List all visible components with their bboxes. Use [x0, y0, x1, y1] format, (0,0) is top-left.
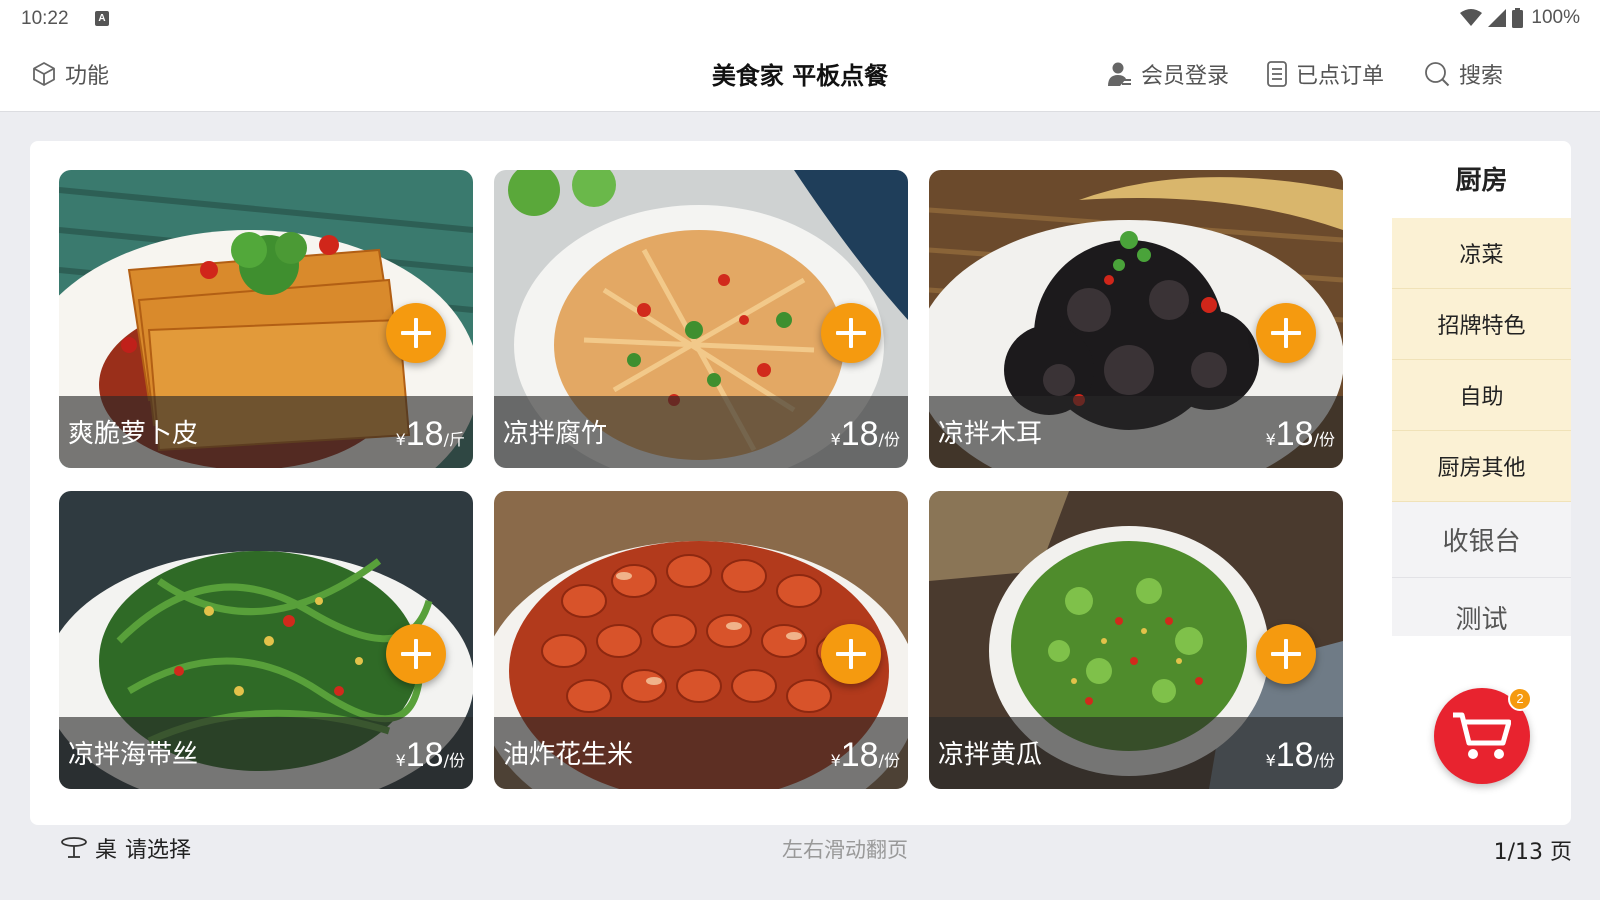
- dish-card[interactable]: 爽脆萝卜皮 ¥18/斤: [59, 170, 473, 468]
- add-to-cart-button[interactable]: [821, 303, 881, 363]
- category-item[interactable]: 厨房其他: [1392, 431, 1571, 502]
- plus-icon: [836, 639, 866, 669]
- add-to-cart-button[interactable]: [386, 624, 446, 684]
- member-login-label: 会员登录: [1141, 64, 1230, 89]
- main-panel: 爽脆萝卜皮 ¥18/斤 凉拌腐竹 ¥18/份 凉拌木耳 ¥ 18 /份 凉拌海带…: [30, 141, 1571, 825]
- plus-icon: [1271, 639, 1301, 669]
- dish-price: ¥18/份: [1265, 736, 1335, 774]
- dish-name: 凉拌腐竹: [503, 419, 608, 449]
- category-item[interactable]: 凉菜: [1392, 218, 1571, 289]
- category-group-title: 厨房: [1455, 166, 1508, 196]
- plus-icon: [836, 318, 866, 348]
- status-time: 10:22: [21, 8, 69, 29]
- dish-price: ¥18/份: [830, 415, 900, 453]
- status-bar: 10:22 A 100%: [0, 0, 1600, 38]
- dish-card[interactable]: 凉拌海带丝 ¥18/份: [59, 491, 473, 789]
- dish-price: ¥18/份: [395, 736, 465, 774]
- status-indicators: 100%: [1460, 6, 1580, 30]
- function-label: 功能: [65, 64, 110, 89]
- dish-card[interactable]: 凉拌黄瓜 ¥18/份: [929, 491, 1343, 789]
- dish-name: 凉拌海带丝: [68, 740, 199, 770]
- user-icon: [1108, 62, 1131, 86]
- battery-percent: 100%: [1531, 7, 1580, 28]
- battery-icon: [1512, 8, 1524, 28]
- signal-icon: [1488, 9, 1507, 27]
- swipe-hint: 左右滑动翻页: [782, 838, 908, 862]
- search-button[interactable]: 搜索: [1424, 58, 1503, 90]
- search-label: 搜索: [1459, 64, 1504, 89]
- add-to-cart-button[interactable]: [386, 303, 446, 363]
- category-item[interactable]: 招牌特色: [1392, 289, 1571, 360]
- dish-price: ¥18/份: [830, 736, 900, 774]
- category-item[interactable]: 收银台: [1392, 502, 1571, 578]
- dish-name: 爽脆萝卜皮: [68, 419, 199, 449]
- orders-button[interactable]: 已点订单: [1267, 58, 1384, 90]
- notification-icon: A: [95, 11, 109, 26]
- dish-card[interactable]: 油炸花生米 ¥18/份: [494, 491, 908, 789]
- dish-name: 油炸花生米: [503, 740, 634, 770]
- cube-icon: [33, 62, 55, 86]
- dish-price: ¥18/斤: [395, 415, 465, 453]
- add-to-cart-button[interactable]: [1256, 303, 1316, 363]
- dish-name: 凉拌木耳: [938, 419, 1043, 449]
- plus-icon: [401, 318, 431, 348]
- plus-icon: [401, 639, 431, 669]
- shopping-cart-icon: [1453, 712, 1511, 759]
- search-icon: [1425, 62, 1450, 87]
- dish-price: ¥18/份: [1265, 415, 1335, 453]
- function-button[interactable]: 功能: [32, 58, 109, 90]
- plus-icon: [1271, 318, 1301, 348]
- top-nav: 功能 美食家 平板点餐 会员登录 已点订单 搜索: [0, 38, 1600, 112]
- category-item[interactable]: 自助: [1392, 360, 1571, 431]
- member-login-button[interactable]: 会员登录: [1108, 58, 1229, 90]
- wifi-icon: [1460, 9, 1483, 26]
- add-to-cart-button[interactable]: [821, 624, 881, 684]
- dish-name: 凉拌黄瓜: [938, 740, 1043, 770]
- page-indicator: 1/13 页: [1493, 840, 1572, 865]
- cart-count-badge: 2: [1508, 687, 1532, 711]
- orders-label: 已点订单: [1296, 64, 1385, 89]
- category-item[interactable]: 测试: [1392, 578, 1571, 636]
- add-to-cart-button[interactable]: [1256, 624, 1316, 684]
- receipt-icon: [1267, 61, 1287, 87]
- dish-card[interactable]: 凉拌腐竹 ¥18/份: [494, 170, 908, 468]
- dish-card[interactable]: 凉拌木耳 ¥18/份: [929, 170, 1343, 468]
